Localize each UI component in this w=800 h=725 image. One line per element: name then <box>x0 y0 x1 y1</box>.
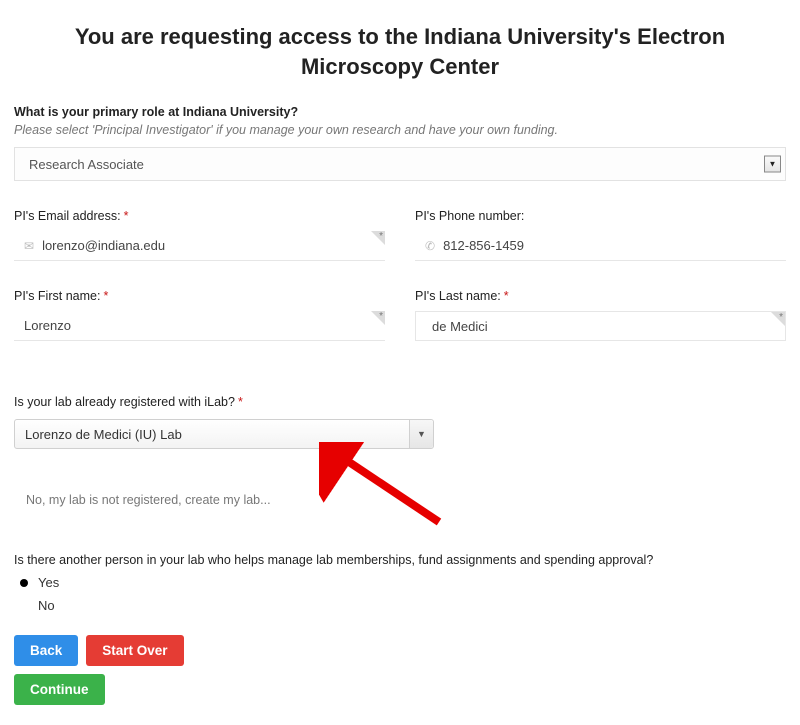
pi-email-label: PI's Email address:* <box>14 209 385 223</box>
role-select[interactable]: Research Associate ▼ <box>14 147 786 181</box>
pi-first-field[interactable]: Lorenzo * <box>14 311 385 341</box>
helper-option-yes[interactable]: Yes <box>14 571 786 594</box>
phone-icon: ✆ <box>425 239 435 253</box>
helper-question: Is there another person in your lab who … <box>14 553 786 567</box>
chevron-down-icon: ▼ <box>409 420 433 448</box>
helper-option-no[interactable]: No <box>14 594 786 617</box>
radio-selected-icon <box>20 579 28 587</box>
pi-email-field[interactable]: ✉ lorenzo@indiana.edu * <box>14 231 385 261</box>
pi-name-section: PI's First name:* Lorenzo * PI's Last na… <box>14 289 786 341</box>
pi-email-value: lorenzo@indiana.edu <box>42 238 165 253</box>
mail-icon: ✉ <box>24 239 34 253</box>
role-hint: Please select 'Principal Investigator' i… <box>14 123 786 137</box>
lab-select[interactable]: Lorenzo de Medici (IU) Lab ▼ <box>14 419 434 449</box>
pi-phone-field[interactable]: ✆ 812-856-1459 <box>415 231 786 261</box>
pi-first-value: Lorenzo <box>24 318 71 333</box>
lab-question: Is your lab already registered with iLab… <box>14 395 786 409</box>
role-select-value: Research Associate <box>29 157 144 172</box>
pi-first-label: PI's First name:* <box>14 289 385 303</box>
create-lab-link[interactable]: No, my lab is not registered, create my … <box>14 493 786 507</box>
start-over-button[interactable]: Start Over <box>86 635 183 666</box>
pi-last-label: PI's Last name:* <box>415 289 786 303</box>
pi-last-field[interactable]: de Medici * <box>415 311 786 341</box>
page-title: You are requesting access to the Indiana… <box>34 22 766 81</box>
button-row-1: Back Start Over <box>14 635 786 666</box>
chevron-down-icon: ▼ <box>764 156 781 173</box>
pi-phone-value: 812-856-1459 <box>443 238 524 253</box>
pi-phone-label: PI's Phone number: <box>415 209 786 223</box>
continue-button[interactable]: Continue <box>14 674 105 705</box>
role-question: What is your primary role at Indiana Uni… <box>14 105 786 119</box>
back-button[interactable]: Back <box>14 635 78 666</box>
lab-section: Is your lab already registered with iLab… <box>14 395 786 507</box>
radio-unselected-icon <box>20 602 28 610</box>
helper-section: Is there another person in your lab who … <box>14 553 786 617</box>
button-row-2: Continue <box>14 674 786 705</box>
lab-select-value: Lorenzo de Medici (IU) Lab <box>25 427 182 442</box>
pi-contact-section: PI's Email address:* ✉ lorenzo@indiana.e… <box>14 209 786 261</box>
pi-last-value: de Medici <box>432 319 488 334</box>
role-section: What is your primary role at Indiana Uni… <box>14 105 786 181</box>
annotation-arrow-icon <box>319 442 459 542</box>
